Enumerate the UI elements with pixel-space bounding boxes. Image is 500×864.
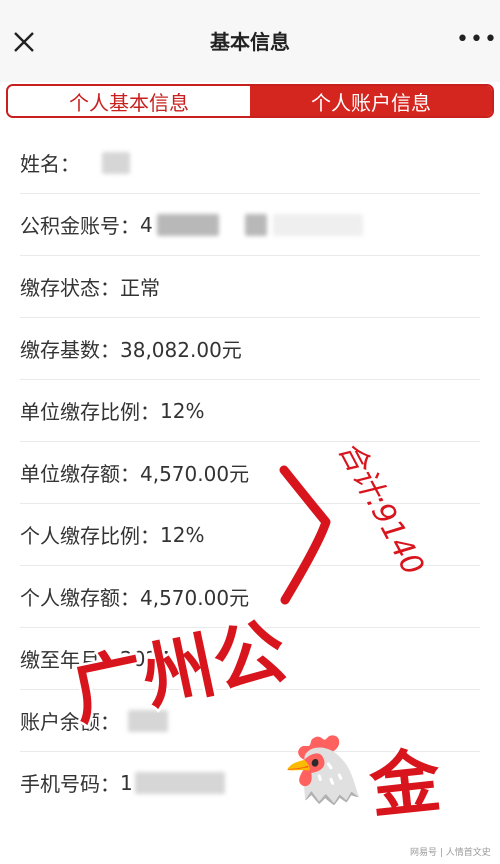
list-item: 单位缴存额： 4,570.00元 [20,442,480,504]
redacted-block [128,709,168,732]
row-value: 1 [120,770,133,795]
row-label: 个人缴存额： [20,586,140,610]
row-value: 正常 [120,276,160,300]
list-item: 缴存基数： 38,082.00元 [20,318,480,380]
list-item: 个人缴存比例： 12% [20,504,480,566]
page-title: 基本信息 [210,30,290,54]
redacted-block [156,213,219,236]
list-item: 账户余额： [20,690,480,752]
row-label: 缴至年月： [20,648,120,672]
row-value: 12% [160,398,205,423]
list-item: 缴存状态： 正常 [20,256,480,318]
row-label: 缴存状态： [20,276,120,300]
row-label: 公积金账号： [20,214,140,238]
row-value: 4,570.00元 [140,586,250,610]
tab-bar: 个人基本信息 个人账户信息 [6,84,494,118]
redacted-block [102,151,130,174]
row-label: 缴存基数： [20,338,120,362]
row-label: 单位缴存额： [20,462,140,486]
list-item: 个人缴存额： 4,570.00元 [20,566,480,628]
redacted-block [244,213,267,236]
row-value: 2024-04 [120,646,204,671]
row-label: 姓名： [20,152,80,176]
row-label: 账户余额： [20,710,120,734]
top-bar: 基本信息 ••• [0,0,500,82]
list-item: 手机号码： 1 [20,752,480,813]
list-item: 缴至年月： 2024-04 [20,628,480,690]
list-item: 姓名： [20,132,480,194]
info-list: 姓名： 公积金账号： 4 缴存状态： 正常 缴存基数： 38,082.00元 单… [0,132,500,813]
row-value: 12% [160,522,205,547]
row-label: 个人缴存比例： [20,524,160,548]
row-label: 单位缴存比例： [20,400,160,424]
row-label: 手机号码： [20,772,120,796]
tab-personal-account-info[interactable]: 个人账户信息 [250,86,492,116]
list-item: 公积金账号： 4 [20,194,480,256]
redacted-block [134,771,225,794]
row-value: 38,082.00元 [120,338,242,362]
row-value: 4 [140,212,153,237]
more-icon[interactable]: ••• [456,24,497,56]
list-item: 单位缴存比例： 12% [20,380,480,442]
watermark: 网易号 | 人情首文史 [410,848,491,858]
redacted-block [272,213,363,236]
row-value: 4,570.00元 [140,462,250,486]
tab-personal-basic-info[interactable]: 个人基本信息 [8,86,250,116]
